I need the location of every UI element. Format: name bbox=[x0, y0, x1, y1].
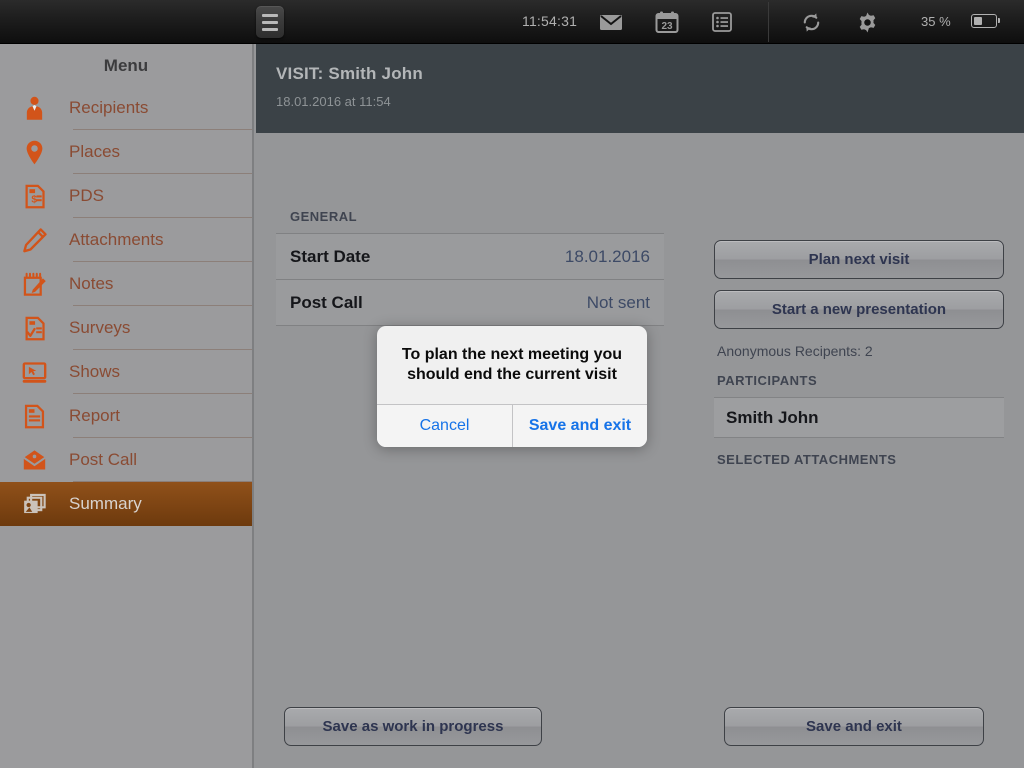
dialog-body: To plan the next meeting you should end … bbox=[377, 326, 647, 404]
sidebar-item-report[interactable]: Report bbox=[0, 394, 252, 438]
note-pencil-icon bbox=[14, 269, 54, 299]
page-title: VISIT: Smith John bbox=[276, 64, 423, 83]
anonymous-recipients-label: Anonymous Recipents: 2 bbox=[717, 343, 873, 359]
sidebar-item-places[interactable]: Places bbox=[0, 130, 252, 174]
general-caption: GENERAL bbox=[290, 209, 358, 224]
sidebar-item-label: Post Call bbox=[69, 450, 138, 469]
map-pin-icon bbox=[14, 137, 54, 167]
sidebar-item-notes[interactable]: Notes bbox=[0, 262, 252, 306]
sidebar-item-label: PDS bbox=[69, 186, 104, 205]
table-row[interactable]: Post Call Not sent bbox=[276, 280, 664, 326]
save-as-work-in-progress-button[interactable]: Save as work in progress bbox=[284, 707, 542, 746]
sidebar-item-pds[interactable]: $ PDS bbox=[0, 174, 252, 218]
gear-icon[interactable] bbox=[856, 11, 879, 34]
row-label: Start Date bbox=[290, 246, 371, 266]
sidebar-item-shows[interactable]: Shows bbox=[0, 350, 252, 394]
sidebar-item-surveys[interactable]: Surveys bbox=[0, 306, 252, 350]
status-bar: 11:54:31 23 35 % bbox=[0, 0, 1024, 44]
battery-percent: 35 % bbox=[921, 14, 951, 29]
document-icon bbox=[14, 401, 54, 431]
sidebar-item-label: Recipients bbox=[69, 98, 149, 117]
statusbar-divider bbox=[768, 2, 769, 42]
sidebar-item-label: Notes bbox=[69, 274, 114, 293]
sidebar-item-label: Report bbox=[69, 406, 121, 425]
calendar-icon[interactable]: 23 bbox=[654, 10, 680, 34]
sidebar: Menu Recipients Places $ PDS Attachments… bbox=[0, 44, 254, 768]
actions-section: Plan next visit Start a new presentation… bbox=[714, 240, 1004, 467]
user-tie-icon bbox=[14, 93, 54, 123]
sidebar-item-label: Summary bbox=[69, 494, 142, 513]
calendar-day-number: 23 bbox=[661, 21, 673, 32]
clock-time: 11:54:31 bbox=[522, 13, 578, 29]
row-label: Post Call bbox=[290, 292, 363, 312]
paperclip-icon bbox=[14, 225, 54, 255]
plan-next-visit-button[interactable]: Plan next visit bbox=[714, 240, 1004, 279]
row-value: Not sent bbox=[586, 292, 650, 312]
open-envelope-icon bbox=[14, 445, 54, 475]
battery-icon bbox=[971, 14, 1000, 28]
participants-caption: PARTICIPANTS bbox=[717, 373, 818, 388]
list-item[interactable]: Smith John bbox=[714, 397, 1004, 438]
invoice-icon: $ bbox=[14, 181, 54, 211]
mail-icon[interactable] bbox=[598, 10, 624, 34]
dialog-actions: Cancel Save and exit bbox=[377, 404, 647, 447]
sidebar-item-recipients[interactable]: Recipients bbox=[0, 86, 252, 130]
slides-icon bbox=[14, 489, 54, 519]
sidebar-title: Menu bbox=[103, 56, 149, 75]
monitor-icon bbox=[14, 357, 54, 387]
svg-text:$: $ bbox=[31, 194, 37, 205]
table-row[interactable]: Start Date 18.01.2016 bbox=[276, 234, 664, 280]
sidebar-item-attachments[interactable]: Attachments bbox=[0, 218, 252, 262]
sidebar-item-label: Shows bbox=[69, 362, 121, 381]
hamburger-menu-button[interactable] bbox=[256, 6, 284, 38]
general-table: Start Date 18.01.2016 Post Call Not sent bbox=[276, 233, 664, 326]
hamburger-icon-bar bbox=[262, 13, 278, 17]
sync-icon[interactable] bbox=[800, 11, 823, 34]
sidebar-item-summary[interactable]: Summary bbox=[0, 482, 252, 526]
start-new-presentation-button[interactable]: Start a new presentation bbox=[714, 290, 1004, 329]
dialog-message: To plan the next meeting you should end … bbox=[401, 345, 623, 383]
page-header: VISIT: Smith John 18.01.2016 at 11:54 bbox=[256, 44, 1024, 133]
sidebar-item-label: Attachments bbox=[69, 230, 164, 249]
row-value: 18.01.2016 bbox=[564, 246, 650, 266]
list-icon[interactable] bbox=[709, 10, 735, 34]
sidebar-item-label: Places bbox=[69, 142, 121, 161]
sidebar-item-label: Surveys bbox=[69, 318, 131, 337]
app-root: 11:54:31 23 35 % Menu Recipients Places … bbox=[0, 0, 1024, 768]
dialog-cancel-button[interactable]: Cancel bbox=[377, 405, 512, 447]
save-and-exit-button[interactable]: Save and exit bbox=[724, 707, 984, 746]
hamburger-icon-bar bbox=[262, 20, 278, 24]
hamburger-icon-bar bbox=[262, 27, 278, 31]
general-section: GENERAL Start Date 18.01.2016 Post Call … bbox=[276, 209, 664, 326]
survey-check-icon bbox=[14, 313, 54, 343]
page-subtitle: 18.01.2016 at 11:54 bbox=[276, 94, 391, 109]
dialog-confirm-button[interactable]: Save and exit bbox=[512, 405, 647, 447]
confirm-dialog: To plan the next meeting you should end … bbox=[377, 326, 647, 447]
sidebar-item-post-call[interactable]: Post Call bbox=[0, 438, 252, 482]
selected-attachments-caption: SELECTED ATTACHMENTS bbox=[717, 452, 897, 467]
